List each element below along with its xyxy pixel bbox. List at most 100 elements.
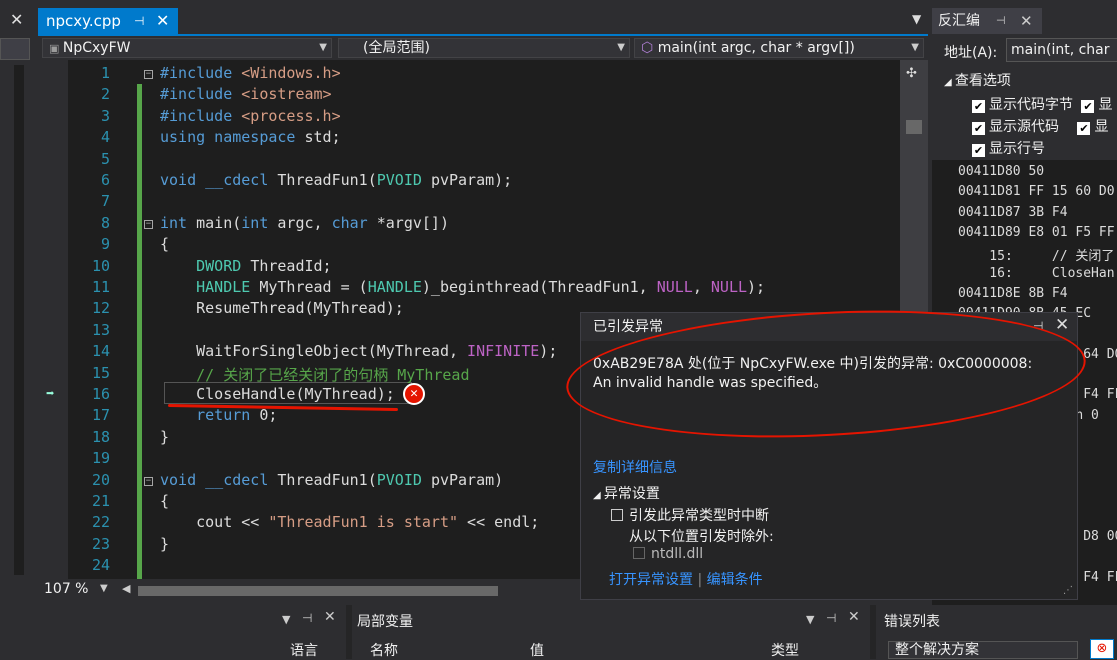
code-line[interactable]: } (160, 535, 169, 553)
break-on-exception-option[interactable]: 引发此异常类型时中断 (611, 505, 769, 525)
fold-toggle-icon[interactable]: − (144, 70, 153, 79)
checkbox[interactable]: ✔ (972, 144, 985, 157)
checkbox[interactable]: ✔ (972, 122, 985, 135)
document-tab-bar: npcxy.cpp ⊣ ✕ ▼ (38, 8, 928, 34)
scroll-left-icon[interactable]: ◀ (122, 582, 130, 595)
pane-divider (870, 605, 876, 659)
split-icon[interactable]: ✣ (906, 66, 917, 81)
scope-combo[interactable]: (全局范围) ▼ (338, 38, 630, 58)
code-token: NULL (710, 278, 748, 296)
zoom-level[interactable]: 107 % (44, 581, 88, 597)
code-token: ThreadId; (250, 256, 332, 275)
pin-icon[interactable]: ⊣ (996, 8, 1006, 34)
horizontal-scroll-thumb[interactable] (138, 586, 498, 596)
code-token: <Windows.h> (241, 64, 341, 82)
error-filter-icon[interactable]: ⊗ (1090, 639, 1114, 659)
copy-details-link[interactable]: 复制详细信息 (593, 457, 677, 477)
close-icon[interactable]: ✕ (1020, 8, 1033, 34)
close-icon[interactable]: ✕ (1055, 315, 1069, 335)
code-line[interactable]: // 关闭了已经关闭了的句柄 MyThread (160, 364, 469, 385)
code-line[interactable]: cout << "ThreadFun1 is start" << endl; (160, 513, 539, 531)
tab-list-dropdown-icon[interactable]: ▼ (912, 12, 921, 26)
code-line[interactable]: #include <Windows.h> (160, 64, 341, 82)
chevron-down-icon[interactable]: ▼ (282, 613, 290, 626)
disassembly-tab[interactable]: 反汇编 ⊣ ✕ (932, 8, 1042, 34)
code-line[interactable]: WaitForSingleObject(MyThread, INFINITE); (160, 342, 557, 360)
left-tool-strip: ✕ (0, 0, 38, 605)
code-line[interactable]: return 0; (160, 406, 277, 424)
code-token: void (160, 470, 206, 489)
code-line[interactable]: { (160, 235, 169, 253)
code-line[interactable]: { (160, 492, 169, 510)
resize-grip-icon[interactable]: ⋰ (1063, 585, 1073, 596)
open-exception-settings-link[interactable]: 打开异常设置 (609, 572, 693, 588)
code-line[interactable]: ResumeThread(MyThread); (160, 299, 404, 317)
code-token: __cdecl (205, 171, 278, 189)
code-token: 0; (259, 406, 278, 425)
code-token: INFINITE (467, 342, 540, 361)
error-scope-value: 整个解决方案 (895, 642, 979, 658)
line-number: 17 (91, 406, 110, 425)
scroll-thumb[interactable] (906, 120, 922, 134)
code-line[interactable]: int main(int argc, char *argv[]) (160, 214, 449, 232)
checkbox[interactable]: ✔ (972, 100, 985, 113)
left-scrollbar[interactable] (14, 65, 24, 575)
code-token: MyThread = ( (259, 278, 368, 296)
change-tracking-bar (137, 84, 142, 579)
code-token: { (160, 492, 170, 510)
name-column[interactable]: 名称 (370, 640, 398, 660)
code-line[interactable]: #include <iostream> (160, 85, 332, 103)
chevron-down-icon: ▼ (617, 42, 625, 53)
checkbox[interactable]: ✔ (1081, 100, 1095, 113)
checkbox[interactable] (611, 509, 623, 521)
fold-toggle-icon[interactable]: − (144, 219, 153, 229)
exception-settings-header[interactable]: ◢ 异常设置 (593, 483, 660, 503)
error-list-title[interactable]: 错误列表 (884, 611, 940, 631)
locals-title[interactable]: 局部变量 (357, 611, 413, 631)
edit-conditions-link[interactable]: 编辑条件 (707, 572, 763, 588)
line-number: 7 (100, 192, 110, 211)
pin-icon[interactable]: ⊣ (302, 611, 312, 625)
code-line[interactable]: void __cdecl ThreadFun1(PVOID pvParam); (160, 171, 512, 189)
code-token: return (160, 406, 260, 425)
error-scope-dropdown[interactable]: 整个解决方案 (888, 641, 1078, 659)
code-line[interactable]: } (160, 428, 169, 446)
error-icon[interactable]: ✕ (403, 383, 425, 405)
type-column[interactable]: 类型 (771, 640, 799, 660)
project-icon: ▣ (49, 42, 63, 55)
pin-icon[interactable]: ⊣ (134, 8, 144, 34)
option-show-code-bytes[interactable]: ✔ 显示代码字节 ✔ 显 (972, 94, 1112, 114)
chevron-down-icon[interactable]: ▼ (100, 583, 108, 594)
method-icon: ⬡ (641, 40, 658, 56)
close-icon[interactable]: ✕ (848, 609, 860, 625)
function-combo[interactable]: ⬡ main(int argc, char * argv[]) ▼ (634, 38, 924, 58)
view-options-header[interactable]: ◢ 查看选项 (944, 70, 1011, 90)
address-input[interactable]: main(int, char (1006, 38, 1117, 62)
code-token: CloseHandle(MyThread); (160, 385, 395, 403)
collapse-icon: ◢ (944, 77, 955, 88)
line-number: 10 (91, 256, 110, 275)
code-line[interactable]: void __cdecl ThreadFun1(PVOID pvParam) (160, 471, 503, 489)
project-combo[interactable]: ▣ NpCxyFW ▼ (42, 38, 332, 58)
tab-npcxy-cpp[interactable]: npcxy.cpp ⊣ ✕ (38, 8, 178, 34)
code-line[interactable]: using namespace std; (160, 128, 341, 146)
close-icon[interactable]: ✕ (156, 8, 169, 34)
pin-icon[interactable]: ⊣ (826, 611, 836, 625)
code-token: __cdecl (205, 470, 278, 489)
value-column[interactable]: 值 (530, 640, 544, 660)
close-icon[interactable]: ✕ (324, 609, 336, 625)
checkbox[interactable]: ✔ (1077, 122, 1091, 135)
fold-toggle-icon[interactable]: − (144, 476, 153, 486)
code-token: , (692, 278, 711, 296)
code-line[interactable]: DWORD ThreadId; (160, 256, 332, 275)
disassembly-title: 反汇编 (938, 13, 980, 29)
disassembly-line: 16: CloseHan (958, 265, 1115, 281)
code-line[interactable]: #include <process.h> (160, 107, 341, 125)
chevron-down-icon[interactable]: ▼ (806, 613, 814, 626)
left-dropdown-button[interactable] (0, 38, 30, 60)
option-show-source[interactable]: ✔ 显示源代码 ✔ 显 (972, 116, 1108, 136)
close-icon[interactable]: ✕ (10, 10, 23, 29)
code-line[interactable]: CloseHandle(MyThread); (160, 385, 395, 403)
code-line[interactable]: HANDLE MyThread = (HANDLE)_beginthread(T… (160, 278, 765, 296)
option-show-line-numbers[interactable]: ✔ 显示行号 (972, 138, 1045, 158)
